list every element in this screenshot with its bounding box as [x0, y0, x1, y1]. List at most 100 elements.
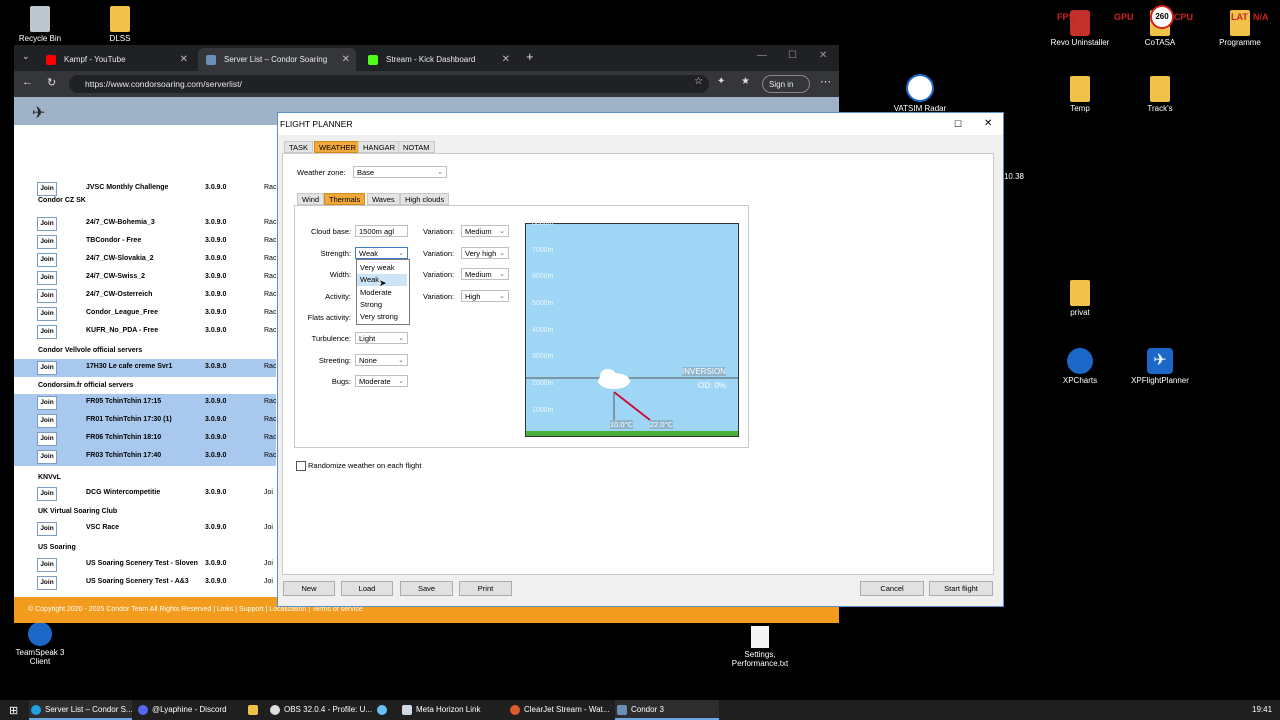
variation-select-activity[interactable]: High ⌄ [461, 290, 509, 302]
clock[interactable]: 19:41 [1252, 705, 1272, 714]
taskbar-item-meta[interactable]: Meta Horizon Link [400, 700, 504, 720]
condor-icon [617, 705, 627, 715]
temp-high-label: 22.0°C [650, 420, 674, 429]
strength-select[interactable]: Weak ⌄ [355, 247, 408, 259]
desktop-icon-recycle-bin[interactable]: Recycle Bin [5, 6, 75, 43]
more-menu-icon[interactable]: ⋯ [820, 75, 831, 88]
subtab-high-clouds[interactable]: High clouds [400, 193, 450, 205]
footer-localization[interactable]: Localization [269, 606, 306, 613]
strength-option[interactable]: Very weak [357, 262, 407, 274]
taskbar-item-obs[interactable]: OBS 32.0.4 - Profile: U... [268, 700, 372, 720]
join-button[interactable]: Join [37, 361, 57, 375]
join-button[interactable]: Join [37, 325, 57, 339]
thermal-graph-svg [526, 369, 738, 436]
tab-list-chevron-icon[interactable]: ⌄ [22, 51, 30, 62]
footer-support[interactable]: Support [239, 606, 264, 613]
maximize-icon[interactable]: ☐ [954, 113, 962, 135]
load-button[interactable]: Load [341, 581, 393, 596]
join-button[interactable]: Join [37, 307, 57, 321]
strength-option[interactable]: Very strong [357, 311, 407, 323]
footer-team[interactable]: Condor Team [106, 606, 148, 613]
bugs-select[interactable]: Moderate ⌄ [355, 375, 408, 387]
cancel-button[interactable]: Cancel [860, 581, 924, 596]
join-button[interactable]: Join [37, 396, 57, 410]
server-row: Join 24/7_CW-Swiss_2 3.0.9.0 Rac [14, 269, 276, 287]
desktop-icon-settings-txt[interactable]: Settings, Performance.txt [725, 626, 795, 668]
back-icon[interactable]: ← [22, 76, 33, 88]
subtab-waves[interactable]: Waves [367, 193, 400, 205]
join-button[interactable]: Join [37, 235, 57, 249]
close-tab-icon[interactable]: ✕ [180, 48, 188, 71]
desktop-icon-xpcharts[interactable]: XPCharts [1045, 348, 1115, 385]
taskbar-item-steam[interactable] [375, 700, 393, 720]
tab-kick[interactable]: Stream - Kick Dashboard ✕ [360, 48, 516, 71]
favorites-icon[interactable]: ★ [741, 76, 750, 87]
print-button[interactable]: Print [459, 581, 512, 596]
windows-start-icon[interactable]: ⊞ [9, 704, 18, 717]
join-button[interactable]: Join [37, 253, 57, 267]
tab-youtube[interactable]: Kampf - YouTube ✕ [38, 48, 194, 71]
join-button[interactable]: Join [37, 432, 57, 446]
taskbar-item-condor[interactable]: Condor 3 [615, 700, 719, 720]
close-tab-icon[interactable]: ✕ [502, 48, 510, 71]
desktop-icon-label: Settings, Performance.txt [731, 650, 789, 668]
subtab-wind[interactable]: Wind [297, 193, 325, 205]
streeting-select[interactable]: None ⌄ [355, 354, 408, 366]
strength-option[interactable]: Strong [357, 299, 407, 311]
server-row: Join DCG Wintercompetitie 3.0.9.0 Joi [14, 485, 276, 503]
taskbar-item-explorer[interactable] [246, 700, 264, 720]
taskbar-item-discord[interactable]: @Lyaphine - Discord [136, 700, 244, 720]
join-button[interactable]: Join [37, 576, 57, 590]
sign-in-button[interactable]: Sign in [762, 75, 810, 93]
join-button[interactable]: Join [37, 558, 57, 572]
join-button[interactable]: Join [37, 487, 57, 501]
taskbar-item-clearjet[interactable]: ClearJet Stream - Wat... [508, 700, 612, 720]
desktop-icon-dlss[interactable]: DLSS [85, 6, 155, 43]
new-button[interactable]: New [283, 581, 335, 596]
minimize-icon[interactable]: — [757, 50, 767, 61]
weather-zone-select[interactable]: Base ⌄ [353, 166, 447, 178]
close-window-icon[interactable]: ✕ [819, 50, 827, 61]
url-input[interactable]: https://www.condorsoaring.com/serverlist… [69, 75, 709, 93]
tab-server-list[interactable]: Server List – Condor Soaring ✕ [198, 48, 356, 71]
desktop-icon-temp[interactable]: Temp [1045, 76, 1115, 113]
extensions-icon[interactable]: ✦ [717, 76, 725, 87]
favorite-star-icon[interactable]: ☆ [694, 76, 703, 87]
reload-icon[interactable]: ↻ [47, 76, 56, 89]
desktop-icon-xpflightplanner[interactable]: ✈ XPFlightPlanner [1125, 348, 1195, 385]
server-version: 3.0.9.0 [205, 560, 227, 567]
join-button[interactable]: Join [37, 522, 57, 536]
join-button[interactable]: Join [37, 271, 57, 285]
randomize-checkbox[interactable] [296, 461, 306, 471]
tab-task[interactable]: TASK [284, 141, 314, 153]
maximize-icon[interactable]: ☐ [788, 50, 797, 61]
turbulence-select[interactable]: Light ⌄ [355, 332, 408, 344]
desktop-icon-vatsim[interactable]: VATSIM Radar [885, 74, 955, 113]
tab-hangar[interactable]: HANGAR [358, 141, 401, 153]
subtab-thermals[interactable]: Thermals [324, 193, 366, 205]
new-tab-icon[interactable]: + [526, 49, 534, 64]
join-button[interactable]: Join [37, 289, 57, 303]
tab-weather[interactable]: WEATHER [314, 141, 361, 153]
close-tab-icon[interactable]: ✕ [342, 48, 350, 71]
taskbar-item-edge[interactable]: Server List – Condor S... [29, 700, 133, 720]
close-dialog-icon[interactable]: ✕ [984, 113, 992, 135]
server-name: FR05 TchinTchin 17:15 [86, 398, 162, 405]
join-button[interactable]: Join [37, 217, 57, 231]
server-version: 3.0.9.0 [205, 327, 227, 334]
join-button[interactable]: Join [37, 450, 57, 464]
footer-links[interactable]: Links [217, 606, 233, 613]
variation-select-cloud-base[interactable]: Medium ⌄ [461, 225, 509, 237]
desktop-icon-teamspeak[interactable]: TeamSpeak 3 Client [5, 622, 75, 666]
footer-terms[interactable]: Terms of service [312, 606, 363, 613]
tab-notam[interactable]: NOTAM [398, 141, 435, 153]
cloud-base-input[interactable]: 1500m agl [355, 225, 408, 237]
desktop-icon-tracks[interactable]: Track's [1125, 76, 1195, 113]
desktop-icon-privat[interactable]: privat [1045, 280, 1115, 317]
join-button[interactable]: Join [37, 182, 57, 196]
start-flight-button[interactable]: Start flight [929, 581, 993, 596]
save-button[interactable]: Save [400, 581, 453, 596]
join-button[interactable]: Join [37, 414, 57, 428]
variation-select-width[interactable]: Medium ⌄ [461, 268, 509, 280]
variation-select-strength[interactable]: Very high ⌄ [461, 247, 509, 259]
